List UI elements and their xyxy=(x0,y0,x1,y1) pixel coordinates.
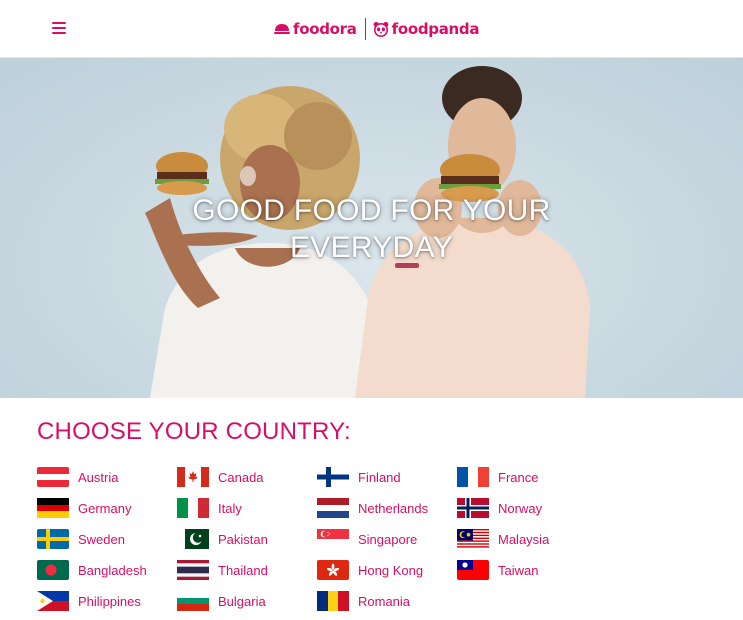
hero-title: GOOD FOOD FOR YOUR EVERYDAY xyxy=(150,192,593,266)
country-name: Romania xyxy=(358,593,411,609)
top-header: foodora foodpanda xyxy=(0,0,743,58)
country-name: Bangladesh xyxy=(78,562,147,578)
country-name: Hong Kong xyxy=(358,562,424,578)
germany-flag-icon xyxy=(37,498,69,518)
country-link-canada[interactable]: Canada xyxy=(177,467,264,487)
country-link-thailand[interactable]: Thailand xyxy=(177,560,268,580)
country-name: Malaysia xyxy=(498,531,550,547)
country-link-norway[interactable]: Norway xyxy=(457,498,542,518)
country-link-austria[interactable]: Austria xyxy=(37,467,118,487)
pakistan-flag-icon xyxy=(185,529,209,549)
country-link-finland[interactable]: Finland xyxy=(317,467,401,487)
country-name: Italy xyxy=(218,500,242,516)
thailand-flag-icon xyxy=(177,560,209,580)
country-link-romania[interactable]: Romania xyxy=(317,591,410,611)
foodora-wordmark: foodora xyxy=(293,20,357,38)
country-link-malaysia[interactable]: Malaysia xyxy=(457,529,549,549)
brand-divider xyxy=(364,18,366,40)
hong-kong-flag-icon xyxy=(317,560,349,580)
bangladesh-flag-icon xyxy=(37,560,69,580)
foodpanda-wordmark: foodpanda xyxy=(391,20,480,38)
country-link-taiwan[interactable]: Taiwan xyxy=(457,560,538,580)
country-link-hong-kong[interactable]: Hong Kong xyxy=(317,560,423,580)
hero-title-line-2: EVERYDAY xyxy=(289,231,454,264)
country-link-singapore[interactable]: Singapore xyxy=(317,529,417,549)
country-link-italy[interactable]: Italy xyxy=(177,498,242,518)
malaysia-flag-icon xyxy=(457,529,489,549)
canada-flag-icon xyxy=(177,467,209,487)
choose-country-heading: CHOOSE YOUR COUNTRY: xyxy=(37,418,351,445)
sweden-flag-icon xyxy=(37,529,69,549)
austria-flag-icon xyxy=(37,467,69,487)
country-name: Taiwan xyxy=(498,562,539,578)
norway-flag-icon xyxy=(457,498,489,518)
country-name: France xyxy=(498,469,539,485)
country-name: Philippines xyxy=(78,593,141,609)
bulgaria-flag-icon xyxy=(177,591,209,611)
country-name: Sweden xyxy=(78,531,125,547)
hamburger-menu-icon[interactable] xyxy=(52,22,66,34)
italy-flag-icon xyxy=(177,498,209,518)
philippines-flag-icon xyxy=(37,591,69,611)
country-name: Thailand xyxy=(218,562,268,578)
france-flag-icon xyxy=(457,467,489,487)
hero-banner: GOOD FOOD FOR YOUR EVERYDAY xyxy=(0,58,743,398)
country-link-sweden[interactable]: Sweden xyxy=(37,529,125,549)
netherlands-flag-icon xyxy=(317,498,349,518)
country-link-netherlands[interactable]: Netherlands xyxy=(317,498,428,518)
singapore-flag-icon xyxy=(317,529,349,549)
country-link-france[interactable]: France xyxy=(457,467,538,487)
country-name: Pakistan xyxy=(218,531,268,547)
romania-flag-icon xyxy=(317,591,349,611)
country-link-bangladesh[interactable]: Bangladesh xyxy=(37,560,147,580)
foodora-bowl-icon xyxy=(274,24,290,34)
hero-title-line-1: GOOD FOOD FOR YOUR xyxy=(192,194,551,227)
finland-flag-icon xyxy=(317,467,349,487)
country-name: Bulgaria xyxy=(218,593,266,609)
country-name: Austria xyxy=(78,469,119,485)
country-link-bulgaria[interactable]: Bulgaria xyxy=(177,591,266,611)
panda-icon xyxy=(373,21,389,37)
country-name: Netherlands xyxy=(358,500,429,516)
country-name: Canada xyxy=(218,469,264,485)
taiwan-flag-icon xyxy=(457,560,489,580)
brand-logo[interactable]: foodora foodpanda xyxy=(274,17,479,41)
country-name: Finland xyxy=(358,469,401,485)
country-name: Singapore xyxy=(358,531,418,547)
country-link-philippines[interactable]: Philippines xyxy=(37,591,141,611)
country-name: Germany xyxy=(78,500,132,516)
country-link-germany[interactable]: Germany xyxy=(37,498,131,518)
country-name: Norway xyxy=(498,500,543,516)
country-link-pakistan[interactable]: Pakistan xyxy=(177,529,268,549)
